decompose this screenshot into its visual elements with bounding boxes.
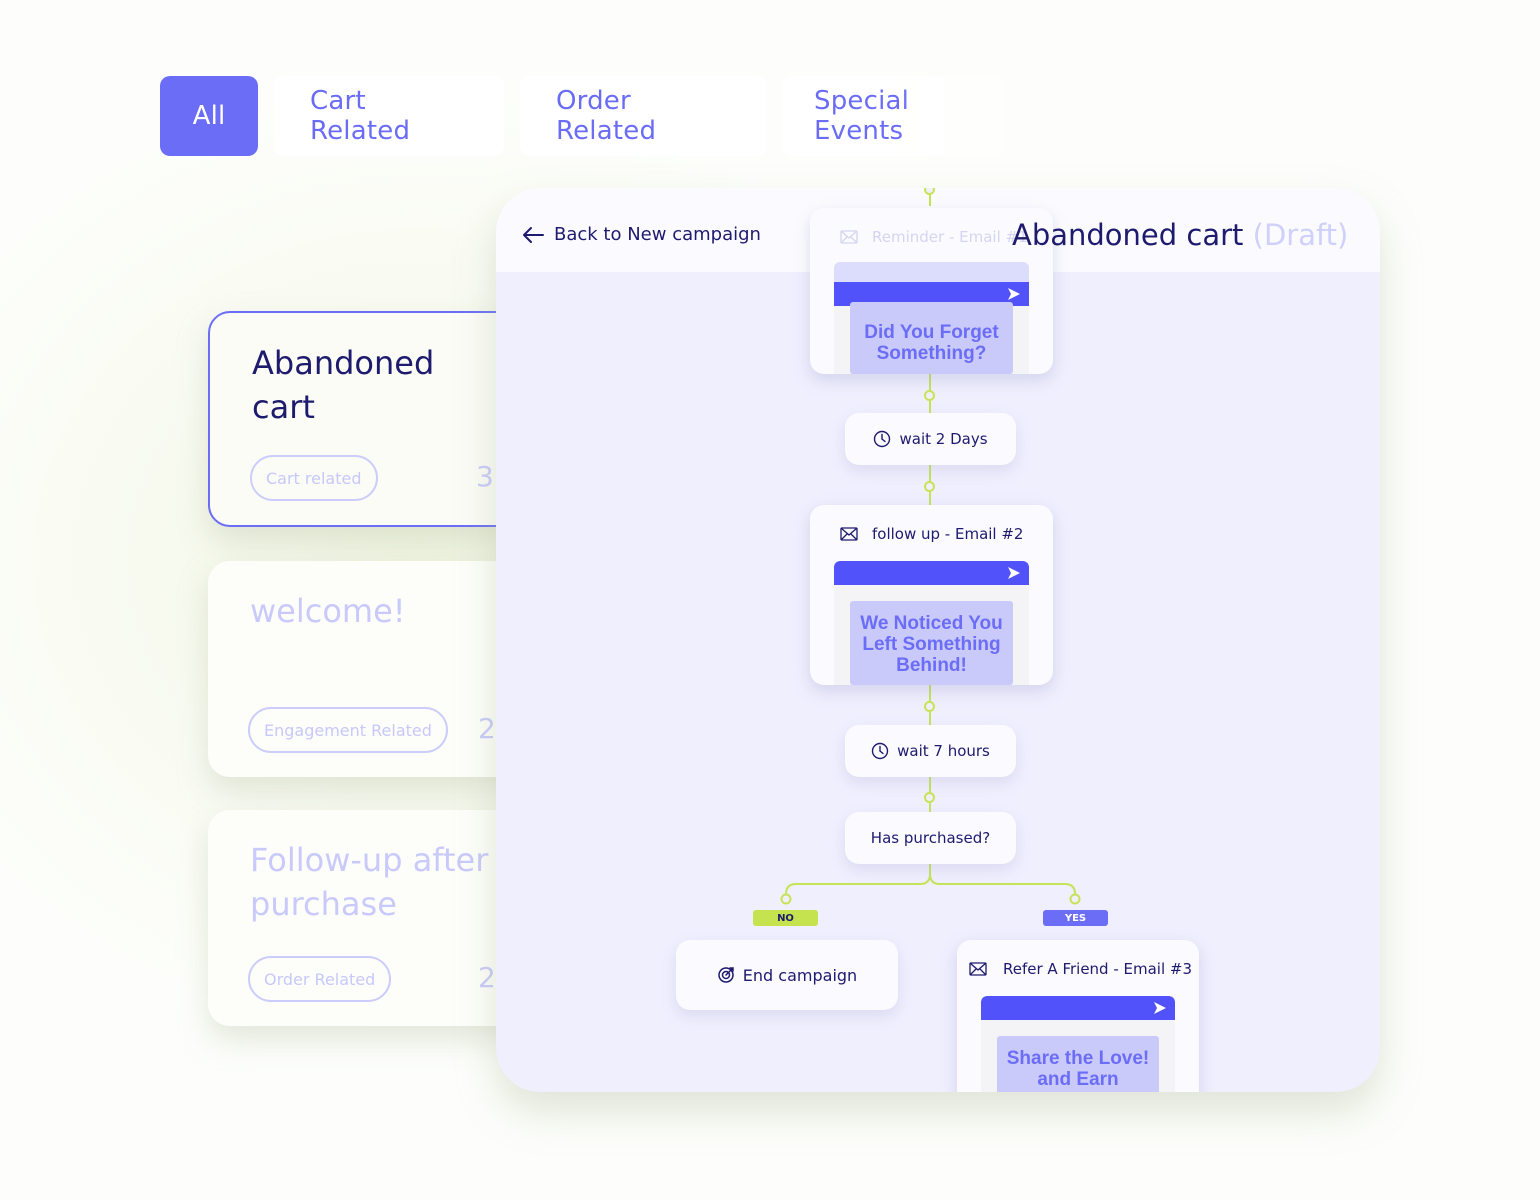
tab-order-related[interactable]: Order Related bbox=[520, 76, 766, 156]
template-card-follow-up[interactable]: Follow-up after purchase Order Related 2 bbox=[208, 810, 528, 1026]
send-icon bbox=[1008, 288, 1020, 300]
template-card-abandoned-cart[interactable]: Abandoned cart Cart related 3 bbox=[208, 311, 528, 527]
flow-wait-node-2[interactable]: wait 7 hours bbox=[845, 725, 1016, 777]
tab-special-events[interactable]: Special Events bbox=[782, 76, 1042, 156]
tab-cart-related[interactable]: Cart Related bbox=[274, 76, 504, 156]
template-title: Abandoned cart bbox=[252, 344, 435, 426]
envelope-icon bbox=[969, 962, 987, 976]
arrow-left-icon bbox=[523, 226, 544, 243]
connector-dot bbox=[924, 792, 935, 803]
draft-status: (Draft) bbox=[1252, 218, 1349, 252]
template-email-count: 2 bbox=[478, 712, 496, 745]
template-category-badge: Order Related bbox=[248, 956, 392, 1002]
template-category-badge: Cart related bbox=[250, 455, 378, 501]
connector-dot bbox=[924, 481, 935, 492]
flow-end-campaign-node[interactable]: End campaign bbox=[676, 940, 898, 1010]
envelope-icon bbox=[840, 527, 858, 541]
email-preview: Share the Love! and Earn bbox=[981, 996, 1175, 1092]
back-to-new-campaign-link[interactable]: Back to New campaign bbox=[522, 224, 761, 245]
campaign-title: Abandoned cart (Draft) bbox=[1012, 218, 1349, 252]
filter-tabs: All Cart Related Order Related Special E… bbox=[160, 76, 1042, 156]
email-preview: We Noticed You Left Something Behind! bbox=[834, 561, 1029, 685]
branch-yes-label: YES bbox=[1043, 910, 1108, 926]
branch-no-label: NO bbox=[753, 910, 818, 926]
template-title: welcome! bbox=[250, 592, 406, 630]
flow-condition-node[interactable]: Has purchased? bbox=[845, 812, 1016, 864]
email-headline: Did You Forget Something? bbox=[850, 302, 1013, 374]
template-category-badge: Engagement Related bbox=[248, 707, 448, 753]
email-headline: Share the Love! and Earn bbox=[997, 1036, 1159, 1092]
flow-email-node-3[interactable]: Refer A Friend - Email #3 Share the Love… bbox=[957, 940, 1199, 1092]
email-header-bar bbox=[981, 996, 1175, 1020]
template-email-count: 3 bbox=[476, 460, 494, 493]
target-icon bbox=[718, 967, 734, 983]
send-icon bbox=[1008, 567, 1020, 579]
clock-icon bbox=[874, 430, 891, 448]
connector-dot bbox=[924, 390, 935, 401]
email-header-bar bbox=[834, 561, 1029, 585]
connector-dot bbox=[924, 701, 935, 712]
clock-icon bbox=[871, 742, 889, 760]
flow-wait-node-1[interactable]: wait 2 Days bbox=[845, 413, 1016, 465]
template-card-welcome[interactable]: welcome! Engagement Related 2 bbox=[208, 561, 528, 777]
send-icon bbox=[1154, 1002, 1166, 1014]
flow-email-node-2[interactable]: follow up - Email #2 We Noticed You Left… bbox=[810, 505, 1053, 685]
template-title: Follow-up after purchase bbox=[250, 841, 489, 923]
email-headline: We Noticed You Left Something Behind! bbox=[850, 601, 1013, 685]
envelope-icon bbox=[840, 230, 858, 244]
tab-all[interactable]: All bbox=[160, 76, 258, 156]
template-email-count: 2 bbox=[478, 961, 496, 994]
campaign-editor-panel: Back to New campaign Abandoned cart (Dra… bbox=[496, 188, 1380, 1092]
